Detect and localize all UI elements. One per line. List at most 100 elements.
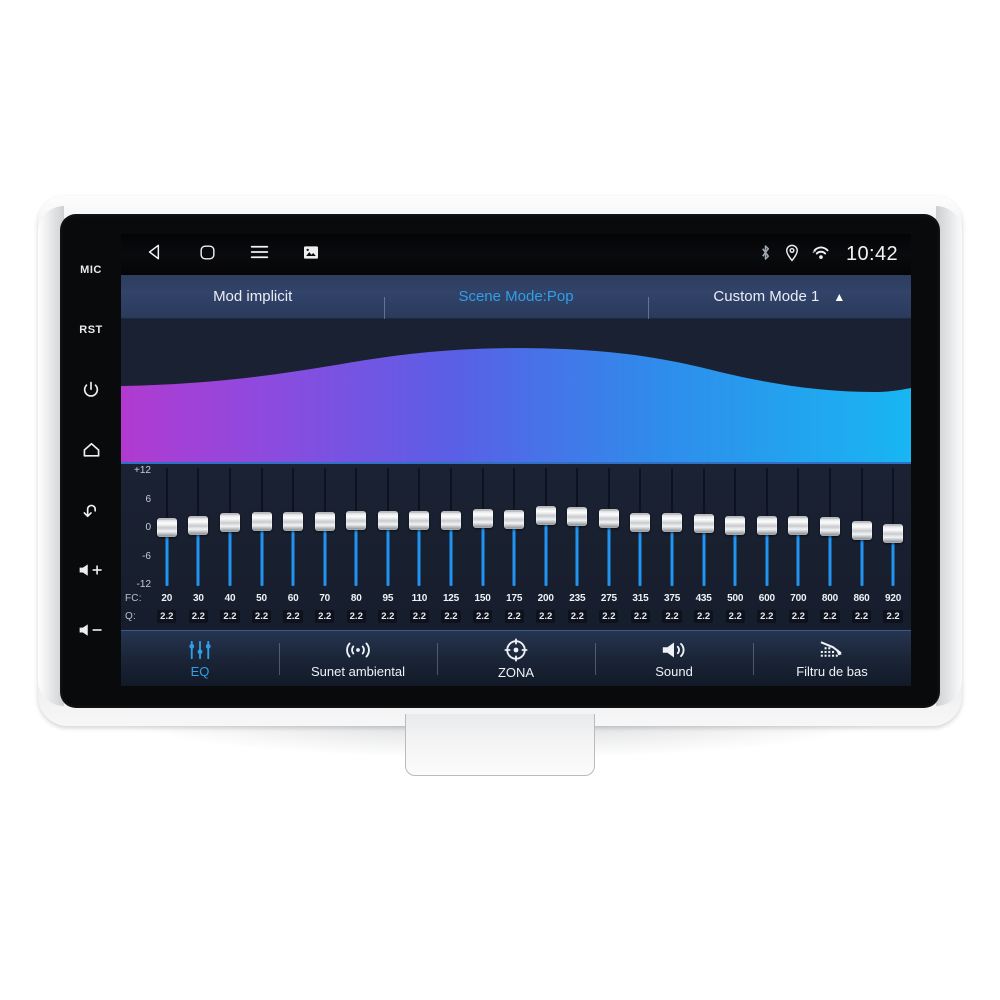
eq-band-slider[interactable] <box>877 464 909 590</box>
slider-thumb[interactable] <box>472 509 493 529</box>
eq-band-slider[interactable] <box>846 464 878 590</box>
nav-screenshot-button[interactable] <box>285 234 337 275</box>
q-value[interactable]: 2.2 <box>246 610 278 623</box>
slider-thumb[interactable] <box>788 516 809 536</box>
slider-thumb[interactable] <box>346 511 367 531</box>
slider-track-upper <box>765 468 768 517</box>
q-value[interactable]: 2.2 <box>530 610 562 623</box>
slider-thumb[interactable] <box>883 524 904 544</box>
eq-band-slider[interactable] <box>404 464 436 590</box>
tab-surround[interactable]: Sunet ambiental <box>279 631 437 686</box>
q-value[interactable]: 2.2 <box>846 610 878 623</box>
eq-band-slider[interactable] <box>625 464 657 590</box>
eq-band-slider[interactable] <box>340 464 372 590</box>
home-key[interactable] <box>63 420 119 480</box>
slider-thumb[interactable] <box>567 506 588 526</box>
slider-thumb[interactable] <box>219 513 240 533</box>
tab-bass-filter[interactable]: Filtru de bas <box>753 631 911 686</box>
eq-band-slider[interactable] <box>435 464 467 590</box>
nav-home-button[interactable] <box>181 234 233 275</box>
eq-band-slider[interactable] <box>656 464 688 590</box>
q-value[interactable]: 2.2 <box>814 610 846 623</box>
reset-key[interactable]: RST <box>63 300 119 360</box>
slider-track-upper <box>702 468 705 515</box>
power-key[interactable] <box>63 360 119 420</box>
mode-tab-custom[interactable]: Custom Mode 1 ▲ <box>647 288 911 323</box>
slider-thumb[interactable] <box>819 516 840 536</box>
q-value[interactable]: 2.2 <box>625 610 657 623</box>
q-value[interactable]: 2.2 <box>688 610 720 623</box>
slider-thumb[interactable] <box>630 512 651 532</box>
slider-thumb[interactable] <box>598 508 619 528</box>
q-value[interactable]: 2.2 <box>719 610 751 623</box>
slider-track-upper <box>197 468 200 517</box>
eq-band-slider[interactable] <box>530 464 562 590</box>
slider-track-lower <box>670 531 674 586</box>
slider-thumb[interactable] <box>188 515 209 535</box>
eq-band-slider[interactable] <box>277 464 309 590</box>
q-value[interactable]: 2.2 <box>656 610 688 623</box>
eq-band-slider[interactable] <box>593 464 625 590</box>
volume-down-key[interactable] <box>63 600 119 660</box>
q-value[interactable]: 2.2 <box>593 610 625 623</box>
volume-up-key[interactable] <box>63 540 119 600</box>
mic-key[interactable]: MIC <box>63 240 119 300</box>
nav-menu-button[interactable] <box>233 234 285 275</box>
eq-band-slider[interactable] <box>783 464 815 590</box>
q-value[interactable]: 2.2 <box>877 610 909 623</box>
eq-band-slider[interactable] <box>688 464 720 590</box>
slider-thumb[interactable] <box>409 510 430 530</box>
eq-band-slider[interactable] <box>214 464 246 590</box>
q-value[interactable]: 2.2 <box>214 610 246 623</box>
slider-thumb[interactable] <box>725 515 746 535</box>
tab-zone[interactable]: ZONA <box>437 631 595 686</box>
q-value[interactable]: 2.2 <box>404 610 436 623</box>
chevron-up-icon[interactable]: ▲ <box>833 291 845 303</box>
nav-back-button[interactable] <box>129 234 181 275</box>
q-value[interactable]: 2.2 <box>467 610 499 623</box>
q-value[interactable]: 2.2 <box>309 610 341 623</box>
q-value[interactable]: 2.2 <box>151 610 183 623</box>
eq-band-slider[interactable] <box>151 464 183 590</box>
q-value[interactable]: 2.2 <box>183 610 215 623</box>
back-key[interactable] <box>63 480 119 540</box>
q-value[interactable]: 2.2 <box>783 610 815 623</box>
slider-thumb[interactable] <box>851 521 872 541</box>
eq-band-slider[interactable] <box>562 464 594 590</box>
tab-sound[interactable]: Sound <box>595 631 753 686</box>
q-value[interactable]: 2.2 <box>372 610 404 623</box>
slider-thumb[interactable] <box>377 511 398 531</box>
q-value[interactable]: 2.2 <box>562 610 594 623</box>
slider-thumb[interactable] <box>251 512 272 532</box>
slider-thumb[interactable] <box>283 512 304 532</box>
frequency-value: 150 <box>474 593 491 604</box>
q-value[interactable]: 2.2 <box>498 610 530 623</box>
tab-eq[interactable]: EQ <box>121 631 279 686</box>
eq-band-slider[interactable] <box>183 464 215 590</box>
q-value[interactable]: 2.2 <box>435 610 467 623</box>
eq-band-slider[interactable] <box>309 464 341 590</box>
eq-band-slider[interactable] <box>467 464 499 590</box>
slider-thumb[interactable] <box>693 514 714 534</box>
slider-track-upper <box>355 468 358 512</box>
q-value[interactable]: 2.2 <box>340 610 372 623</box>
tab-surround-label: Sunet ambiental <box>311 663 405 679</box>
eq-band-slider[interactable] <box>246 464 278 590</box>
slider-thumb[interactable] <box>662 513 683 533</box>
slider-thumb[interactable] <box>504 509 525 529</box>
q-value[interactable]: 2.2 <box>277 610 309 623</box>
slider-thumb[interactable] <box>535 506 556 526</box>
slider-track-upper <box>576 468 579 508</box>
eq-band-slider[interactable] <box>751 464 783 590</box>
eq-band-slider[interactable] <box>814 464 846 590</box>
eq-band-slider[interactable] <box>372 464 404 590</box>
mode-tab-default[interactable]: Mod implicit <box>121 288 384 305</box>
slider-thumb[interactable] <box>156 517 177 537</box>
slider-thumb[interactable] <box>440 510 461 530</box>
mode-tab-scene[interactable]: Scene Mode:Pop <box>384 288 647 323</box>
slider-thumb[interactable] <box>756 516 777 536</box>
slider-thumb[interactable] <box>314 511 335 531</box>
q-value[interactable]: 2.2 <box>751 610 783 623</box>
eq-band-slider[interactable] <box>498 464 530 590</box>
eq-band-slider[interactable] <box>719 464 751 590</box>
